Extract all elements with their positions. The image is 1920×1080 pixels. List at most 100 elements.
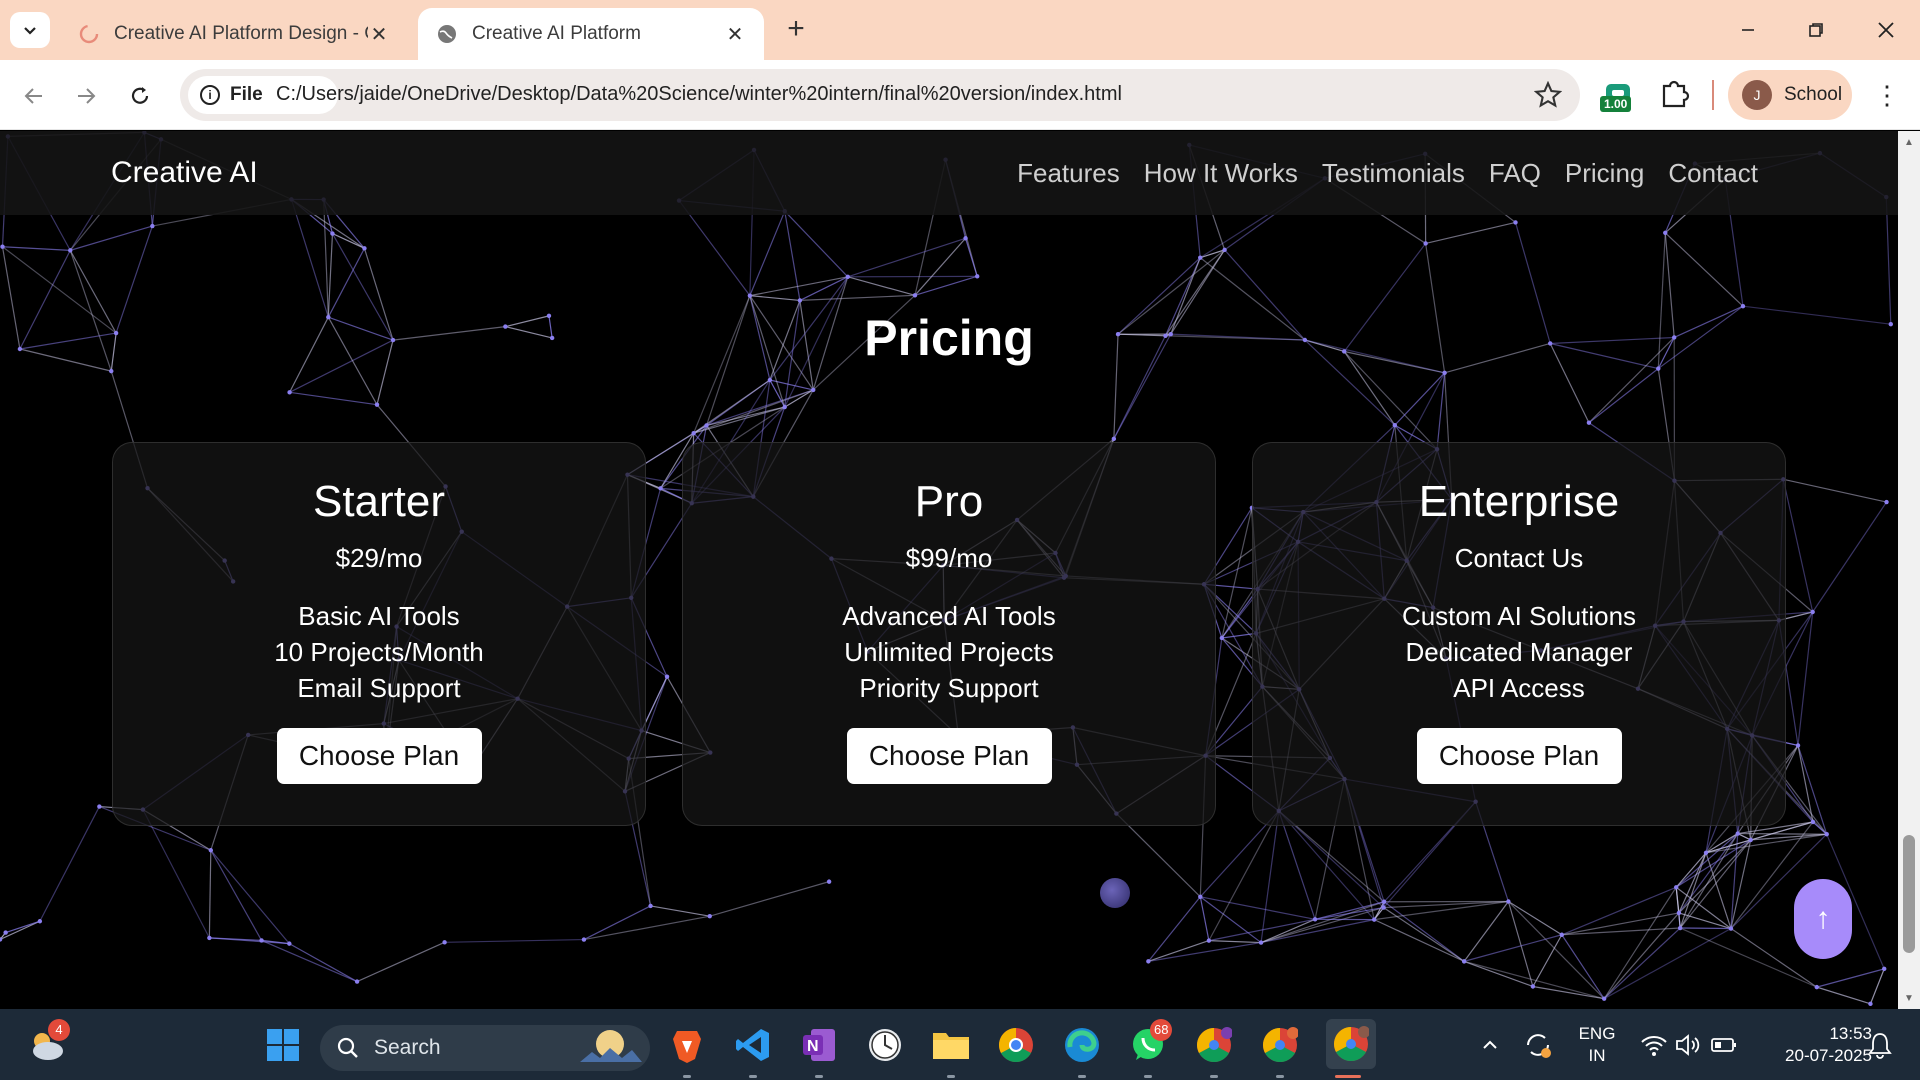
network-node [912, 293, 918, 298]
taskbar-search[interactable]: Search [320, 1025, 650, 1071]
network-line [1603, 912, 1680, 1000]
network-node [37, 919, 43, 924]
reload-button[interactable] [120, 76, 160, 116]
tab-search-button[interactable] [10, 12, 50, 48]
back-button[interactable] [14, 76, 54, 116]
browser-menu-icon[interactable]: ⋮ [1874, 78, 1900, 114]
chrome-icon[interactable] [996, 1025, 1036, 1065]
restore-icon [1809, 23, 1823, 37]
running-indicator [1078, 1075, 1086, 1078]
tab-label: Creative AI Platform Design - G [114, 23, 368, 44]
restore-button[interactable] [1796, 10, 1836, 50]
brave-browser-icon[interactable] [667, 1025, 707, 1065]
plan-feature: Basic AI Tools [298, 601, 460, 631]
volume-tray-icon[interactable] [1668, 1025, 1708, 1065]
network-line [1705, 833, 1827, 854]
network-node [1824, 832, 1829, 837]
scroll-thumb[interactable] [1903, 835, 1915, 953]
network-line [1115, 813, 1201, 898]
chrome-logo-icon [1334, 1026, 1369, 1061]
network-node [1656, 366, 1661, 371]
svg-text:N: N [807, 1038, 819, 1055]
forward-button[interactable] [66, 76, 106, 116]
network-line [289, 391, 378, 406]
extensions-puzzle-icon[interactable] [1656, 76, 1692, 112]
nav-link-how-it-works[interactable]: How It Works [1144, 158, 1298, 189]
file-explorer-icon[interactable] [931, 1025, 971, 1065]
network-line [749, 210, 786, 296]
notifications-button[interactable] [1860, 1025, 1900, 1065]
nav-link-features[interactable]: Features [1017, 158, 1120, 189]
clock[interactable]: 13:53 20-07-2025 [1752, 1023, 1872, 1067]
network-node [707, 913, 712, 919]
onenote-icon[interactable]: N [799, 1025, 839, 1065]
network-node [581, 937, 587, 942]
network-node [374, 402, 380, 407]
network-line [290, 199, 329, 318]
network-line [1675, 887, 1681, 929]
start-button[interactable] [263, 1025, 303, 1065]
network-line [1816, 986, 1871, 1005]
nav-link-contact[interactable]: Contact [1668, 158, 1758, 189]
url-text[interactable]: C:/Users/jaide/OneDrive/Desktop/Data%20S… [276, 83, 1122, 106]
network-line [799, 294, 915, 302]
plan-feature: Custom AI Solutions [1401, 601, 1637, 631]
close-tab-icon[interactable]: ✕ [368, 22, 390, 47]
network-line [210, 849, 263, 941]
page-scrollbar[interactable]: ▲ ▼ [1898, 131, 1920, 1009]
notification-bell-icon [1868, 1033, 1892, 1059]
new-tab-button[interactable]: + [780, 14, 812, 46]
tab-active[interactable]: Creative AI Platform ✕ [418, 8, 764, 60]
profile-button[interactable]: J School [1728, 70, 1852, 120]
running-indicator [683, 1075, 691, 1078]
choose-plan-button[interactable]: Choose Plan [1416, 728, 1622, 784]
browser-tab-bar: Creative AI Platform Design - G ✕ Creati… [0, 0, 1920, 60]
network-line [1797, 611, 1814, 746]
chrome-logo-icon [1263, 1027, 1298, 1062]
network-line [1148, 941, 1262, 962]
chrome-active-icon[interactable] [1326, 1019, 1376, 1069]
edge-logo-icon [1065, 1028, 1099, 1062]
nav-link-faq[interactable]: FAQ [1489, 158, 1541, 189]
sync-tray-icon[interactable] [1518, 1025, 1558, 1065]
speaker-icon [1676, 1034, 1700, 1056]
nav-link-testimonials[interactable]: Testimonials [1322, 158, 1465, 189]
language-indicator[interactable]: ENG IN [1572, 1023, 1622, 1067]
network-node [1882, 966, 1887, 972]
close-window-button[interactable] [1866, 10, 1906, 50]
minimize-button[interactable] [1728, 10, 1768, 50]
clock-app-icon[interactable] [865, 1025, 905, 1065]
network-node [1814, 984, 1820, 990]
tab-inactive[interactable]: Creative AI Platform Design - G ✕ [60, 8, 408, 60]
battery-tray-icon[interactable] [1704, 1025, 1744, 1065]
edge-icon[interactable] [1062, 1025, 1102, 1065]
nav-link-pricing[interactable]: Pricing [1565, 158, 1644, 189]
chrome-profile-icon[interactable] [1194, 1025, 1234, 1065]
site-brand[interactable]: Creative AI [111, 156, 258, 190]
network-node [1795, 743, 1801, 748]
network-node [1312, 917, 1318, 922]
choose-plan-button[interactable]: Choose Plan [276, 728, 482, 784]
chevron-up-icon [1483, 1040, 1497, 1049]
close-tab-icon[interactable]: ✕ [724, 22, 746, 47]
network-line [749, 295, 800, 302]
back-to-top-button[interactable]: ↑ [1794, 879, 1852, 959]
network-node [1111, 436, 1117, 442]
network-node [1676, 910, 1682, 916]
network-node [963, 236, 968, 241]
bookmark-star-icon[interactable] [1534, 81, 1562, 109]
scroll-up-icon[interactable]: ▲ [1903, 137, 1915, 149]
network-node [0, 244, 5, 249]
plan-feature: Advanced AI Tools [842, 601, 1056, 631]
network-node [1381, 899, 1387, 904]
tray-overflow-button[interactable] [1470, 1025, 1510, 1065]
vscode-icon[interactable] [733, 1025, 773, 1065]
address-bar[interactable]: i File C:/Users/jaide/OneDrive/Desktop/D… [180, 69, 1580, 121]
scroll-down-icon[interactable]: ▼ [1903, 993, 1915, 1005]
running-indicator [947, 1075, 955, 1078]
choose-plan-button[interactable]: Choose Plan [846, 728, 1052, 784]
running-indicator [1144, 1075, 1152, 1078]
chrome-profile-icon[interactable] [1260, 1025, 1300, 1065]
network-line [356, 941, 445, 983]
network-node [3, 930, 8, 935]
